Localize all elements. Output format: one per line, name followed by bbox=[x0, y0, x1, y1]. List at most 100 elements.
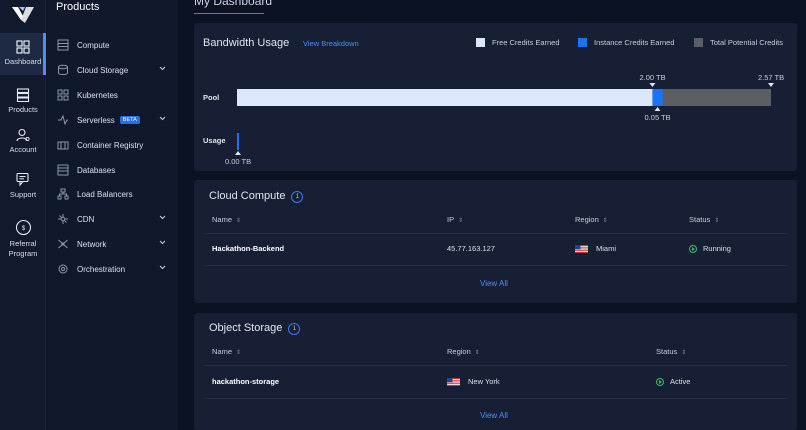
product-item-kubernetes[interactable]: Kubernetes bbox=[47, 85, 178, 105]
us-flag-icon bbox=[447, 377, 460, 386]
cloud-compute-card: Cloud Compute 1 Name ⇕ IP ⇕ Region ⇕ Status ⇕… bbox=[194, 180, 797, 303]
instance-name-link[interactable]: Hackathon-Backend bbox=[212, 244, 284, 253]
sort-icon: ⇕ bbox=[714, 218, 720, 224]
product-item-databases[interactable]: Databases bbox=[47, 160, 178, 180]
storage-view-all-link[interactable]: View All bbox=[480, 411, 508, 420]
row-divider bbox=[204, 398, 787, 399]
storage-name-link[interactable]: hackathon-storage bbox=[212, 377, 279, 386]
products-server-icon bbox=[16, 88, 30, 102]
col-header-status-label: Status bbox=[689, 215, 711, 224]
cdn-icon bbox=[56, 213, 69, 226]
product-label-cloud-storage: Cloud Storage bbox=[77, 65, 129, 75]
object-storage-count: 1 bbox=[288, 322, 301, 335]
product-item-container-registry[interactable]: Container Registry bbox=[47, 135, 178, 155]
col-header-name[interactable]: Name ⇕ bbox=[212, 347, 241, 356]
col-header-region-label: Region bbox=[575, 215, 599, 224]
main-content: My Dashboard Bandwidth Usage View Breakd… bbox=[178, 0, 806, 430]
sort-icon: ⇕ bbox=[236, 218, 242, 224]
col-header-status[interactable]: Status ⇕ bbox=[656, 347, 686, 356]
header-divider bbox=[204, 233, 787, 234]
col-header-region[interactable]: Region ⇕ bbox=[575, 215, 608, 224]
product-item-cloud-storage[interactable]: Cloud Storage bbox=[47, 60, 178, 80]
instance-status: Running bbox=[689, 244, 731, 253]
col-header-ip[interactable]: IP ⇕ bbox=[447, 215, 463, 224]
product-item-compute[interactable]: Compute bbox=[47, 35, 178, 55]
row-divider bbox=[204, 265, 787, 266]
vultr-logo-icon[interactable] bbox=[12, 7, 34, 25]
object-storage-title-text: Object Storage bbox=[209, 322, 283, 334]
product-item-serverless[interactable]: Serverless BETA bbox=[47, 110, 178, 130]
rail-item-account[interactable]: Account bbox=[0, 128, 46, 155]
referral-icon: $ bbox=[15, 219, 31, 236]
product-label-cdn: CDN bbox=[77, 214, 95, 224]
product-item-load-balancers[interactable]: Load Balancers bbox=[47, 184, 178, 204]
storage-region-label: New York bbox=[468, 377, 500, 386]
rail-label-referral-line1: Referral bbox=[9, 239, 37, 248]
free-credits-value: 2.00 TB bbox=[639, 73, 666, 82]
product-item-network[interactable]: Network bbox=[47, 234, 178, 254]
us-flag-icon bbox=[575, 244, 588, 253]
product-label-serverless: Serverless bbox=[77, 115, 115, 125]
instance-region: Miami bbox=[575, 244, 616, 253]
serverless-icon bbox=[56, 114, 69, 127]
rail-item-dashboard[interactable]: Dashboard bbox=[0, 33, 46, 75]
account-user-icon bbox=[16, 128, 30, 142]
products-panel-title: Products bbox=[56, 1, 100, 13]
rail-item-support[interactable]: Support bbox=[0, 172, 46, 200]
rail-item-products[interactable]: Products bbox=[0, 88, 46, 115]
rail-label-products: Products bbox=[8, 105, 38, 114]
free-marker-icon bbox=[649, 83, 656, 87]
rail-label-referral-line2: Program bbox=[8, 249, 38, 258]
chevron-down-icon[interactable] bbox=[159, 116, 166, 121]
bandwidth-bar-chart bbox=[235, 83, 774, 155]
product-label-container-registry: Container Registry bbox=[77, 140, 144, 150]
compute-icon bbox=[56, 39, 69, 52]
chevron-down-icon[interactable] bbox=[159, 265, 166, 270]
running-status-icon bbox=[689, 244, 697, 253]
support-chat-icon bbox=[15, 172, 29, 187]
cloud-compute-title: Cloud Compute 1 bbox=[209, 190, 304, 203]
rail-item-referral[interactable]: $ Referral Program bbox=[0, 219, 46, 259]
product-item-orchestration[interactable]: Orchestration bbox=[47, 259, 178, 279]
product-label-load-balancers: Load Balancers bbox=[77, 189, 133, 199]
chevron-down-icon[interactable] bbox=[159, 215, 166, 220]
sort-icon: ⇕ bbox=[474, 350, 480, 356]
cloud-storage-icon bbox=[56, 64, 69, 77]
main-nav-rail: Dashboard Products Account Support $ Ref… bbox=[0, 0, 46, 430]
svg-text:$: $ bbox=[21, 226, 25, 232]
product-label-network: Network bbox=[77, 239, 107, 249]
object-storage-card: Object Storage 1 Name ⇕ Region ⇕ Status ⇕ ha… bbox=[194, 313, 797, 430]
chevron-down-icon[interactable] bbox=[159, 66, 166, 71]
sort-icon: ⇕ bbox=[602, 218, 608, 224]
container-registry-icon bbox=[56, 139, 69, 152]
active-tab-underline bbox=[194, 13, 264, 14]
header-divider bbox=[204, 365, 787, 366]
sort-icon: ⇕ bbox=[236, 350, 242, 356]
col-header-ip-label: IP bbox=[447, 215, 455, 224]
page-title[interactable]: My Dashboard bbox=[194, 0, 272, 8]
storage-status-label: Active bbox=[670, 377, 691, 386]
rail-label-dashboard: Dashboard bbox=[4, 57, 42, 66]
col-header-status[interactable]: Status ⇕ bbox=[689, 215, 719, 224]
instance-marker-icon bbox=[654, 107, 661, 111]
active-status-icon bbox=[656, 377, 664, 386]
load-balancer-icon bbox=[56, 188, 69, 201]
col-header-region[interactable]: Region ⇕ bbox=[447, 347, 480, 356]
product-label-databases: Databases bbox=[77, 165, 116, 175]
storage-region: New York bbox=[447, 377, 500, 386]
cloud-compute-title-text: Cloud Compute bbox=[209, 190, 286, 202]
pool-free-bar bbox=[237, 89, 653, 106]
rail-label-support: Support bbox=[9, 190, 37, 199]
col-header-name[interactable]: Name ⇕ bbox=[212, 215, 241, 224]
bandwidth-usage-card: Bandwidth Usage View Breakdown Free Cred… bbox=[194, 23, 797, 171]
databases-icon bbox=[56, 164, 69, 177]
compute-view-all-link[interactable]: View All bbox=[480, 279, 508, 288]
usage-bar bbox=[237, 133, 239, 150]
product-item-cdn[interactable]: CDN bbox=[47, 209, 178, 229]
cloud-compute-count: 1 bbox=[291, 190, 304, 203]
product-label-kubernetes: Kubernetes bbox=[77, 90, 118, 100]
total-marker-icon bbox=[768, 83, 774, 87]
network-icon bbox=[56, 238, 69, 251]
chevron-down-icon[interactable] bbox=[159, 240, 166, 245]
instance-ip: 45.77.163.127 bbox=[447, 244, 495, 253]
